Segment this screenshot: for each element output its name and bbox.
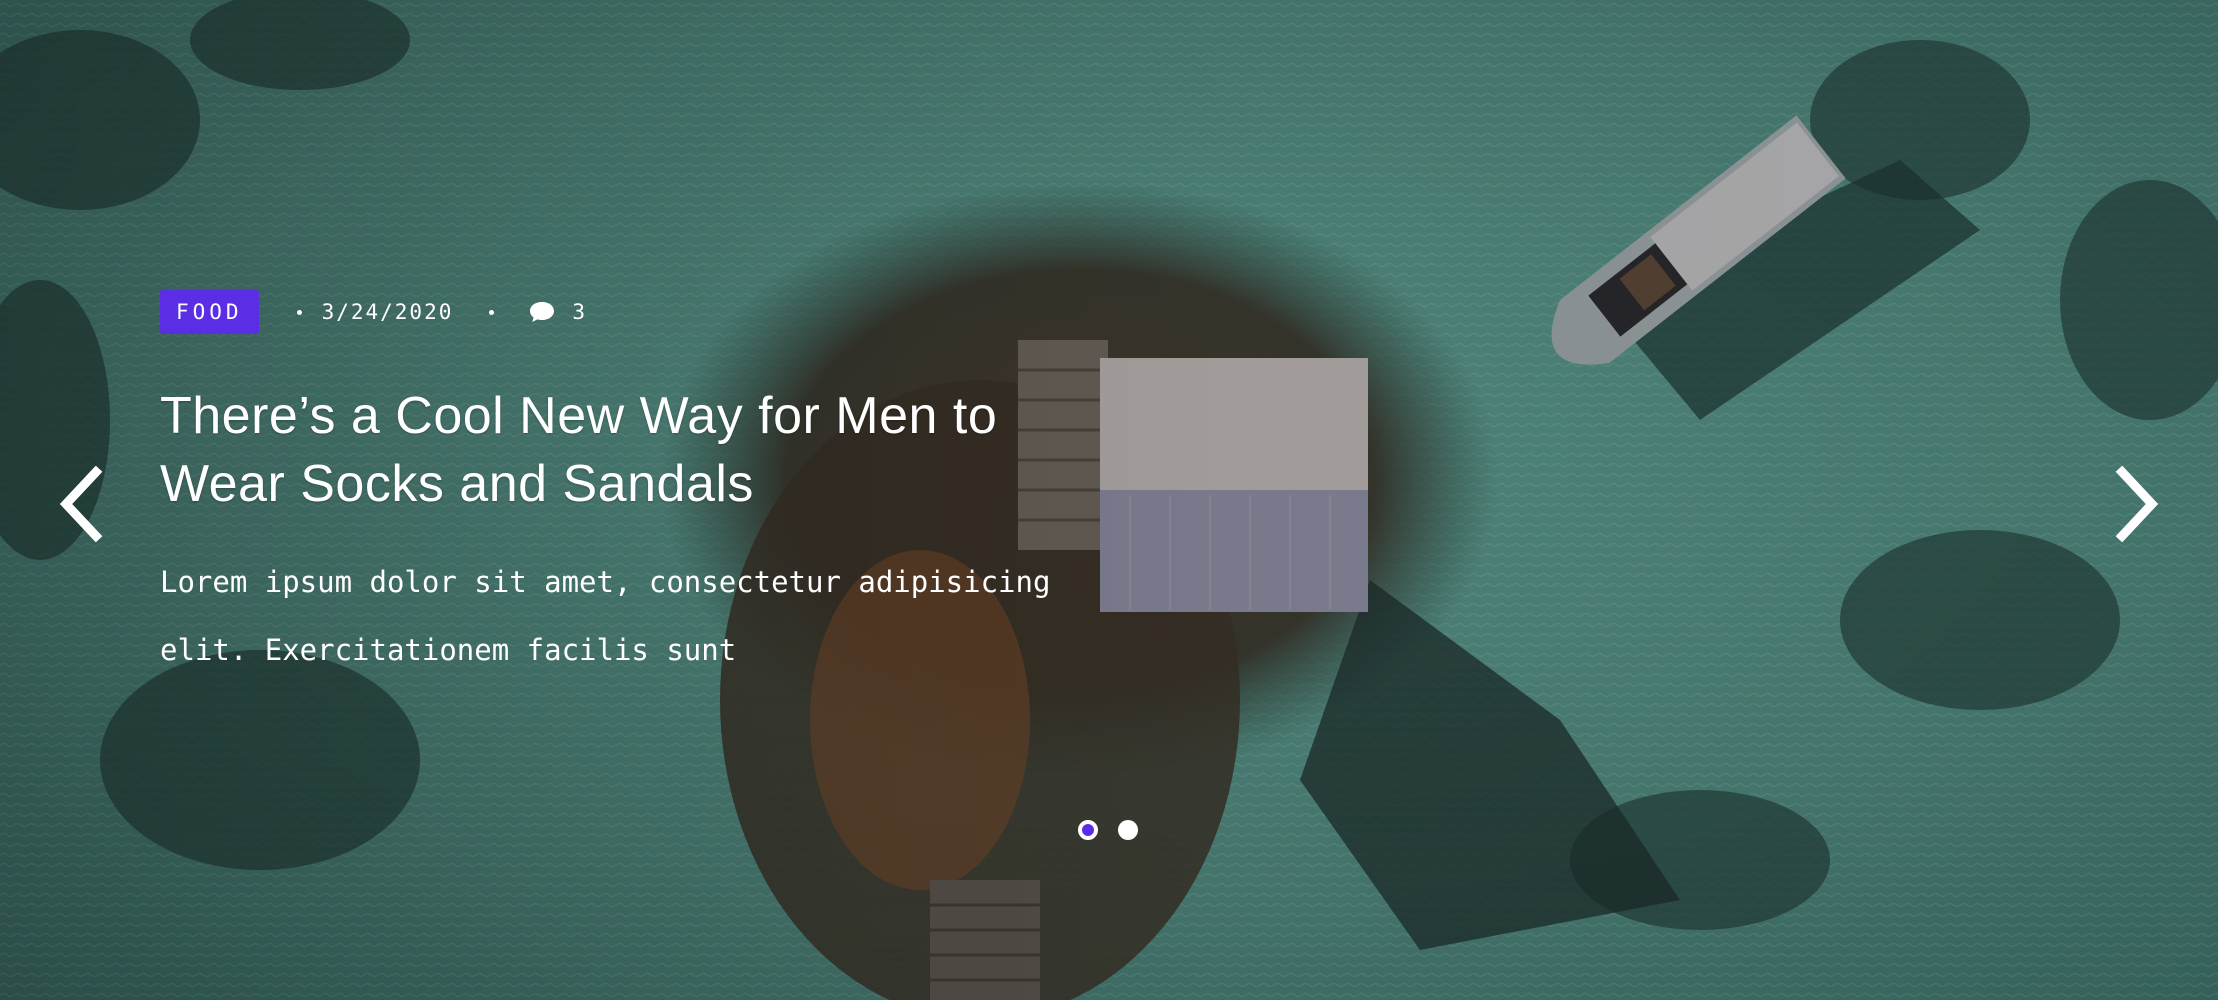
prev-slide-button[interactable] [56, 465, 104, 543]
comment-count[interactable]: 3 [572, 300, 587, 324]
meta-separator [489, 309, 495, 315]
slide-caption: FOOD 3/24/2020 3 There’s a Cool New Way … [160, 290, 1120, 684]
slide-pagination [1078, 820, 1138, 840]
meta-separator [296, 309, 302, 315]
chevron-right-icon [2115, 465, 2159, 543]
category-badge[interactable]: FOOD [160, 290, 259, 334]
post-title[interactable]: There’s a Cool New Way for Men to Wear S… [160, 382, 1120, 518]
pagination-dot-1[interactable] [1078, 820, 1098, 840]
next-slide-button[interactable] [2114, 465, 2162, 543]
comment-icon [530, 302, 555, 322]
chevron-left-icon [59, 465, 103, 543]
post-date: 3/24/2020 [321, 300, 454, 324]
post-meta: FOOD 3/24/2020 3 [160, 290, 1120, 334]
pagination-dot-2[interactable] [1118, 820, 1138, 840]
post-excerpt: Lorem ipsum dolor sit amet, consectetur … [160, 565, 1051, 667]
hero-slider: FOOD 3/24/2020 3 There’s a Cool New Way … [0, 0, 2218, 1000]
